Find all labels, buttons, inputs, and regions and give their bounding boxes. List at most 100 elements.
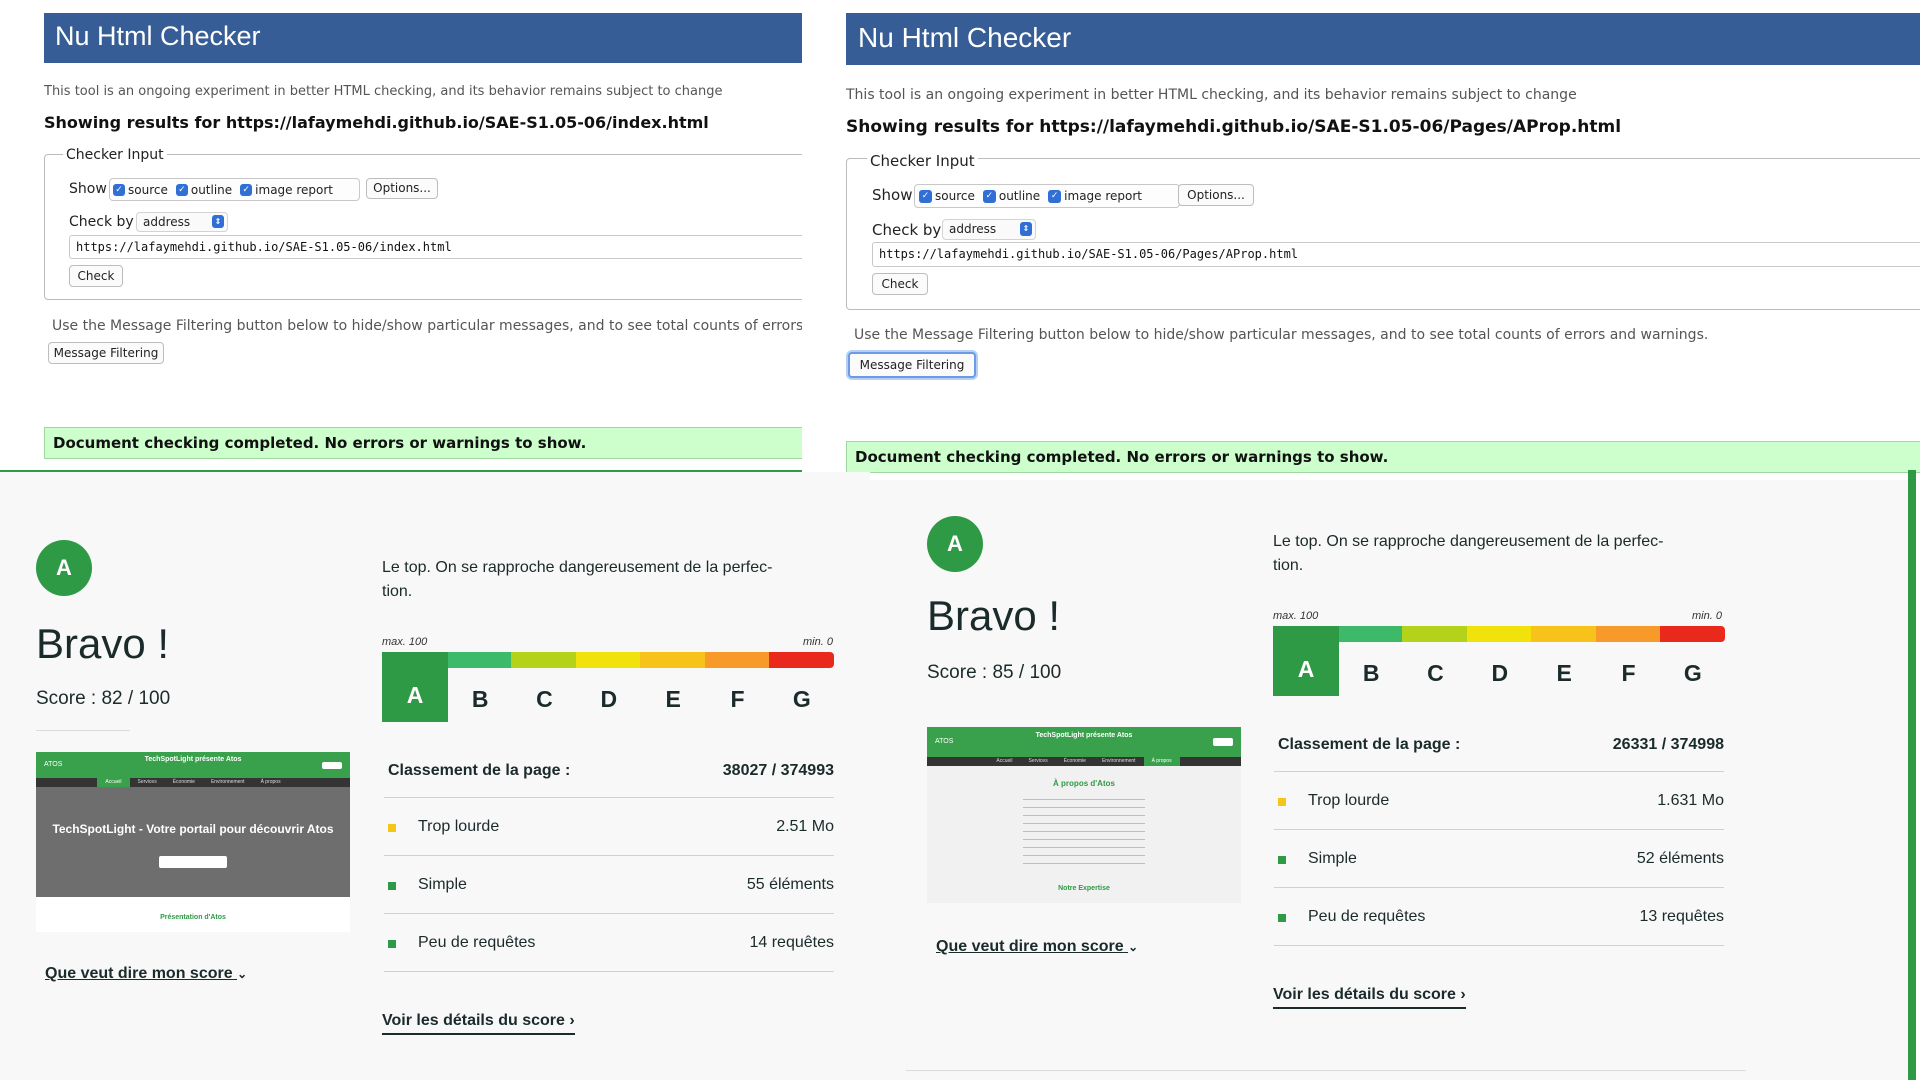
chevron-down-icon: ⌄	[1128, 940, 1139, 954]
thumb-section-title: Présentation d'Atos	[160, 914, 226, 921]
row-separator	[1274, 887, 1724, 888]
url-input[interactable]: https://lafaymehdi.github.io/SAE-S1.05-0…	[872, 242, 1920, 267]
row-separator	[1274, 771, 1724, 772]
status-dot	[1278, 798, 1286, 806]
scale-segment-b	[1337, 626, 1403, 642]
options-button[interactable]: Options...	[366, 178, 438, 199]
checkmark-icon: ✓	[1048, 189, 1062, 203]
rank-value: 26331 / 374998	[1612, 736, 1724, 753]
metric-label: Simple	[418, 876, 467, 893]
message-filter-text: Use the Message Filtering button below t…	[52, 318, 802, 334]
result-message: Document checking completed. No errors o…	[44, 427, 802, 459]
rank-label: Classement de la page :	[388, 762, 571, 779]
page-thumbnail[interactable]: ATOS TechSpotLight présente Atos Accueil…	[36, 752, 350, 932]
thumb-hero-button	[159, 856, 227, 868]
image-report-label: image report	[255, 182, 334, 197]
row-separator	[1274, 945, 1724, 946]
outline-label: outline	[190, 182, 233, 197]
checker-intro: This tool is an ongoing experiment in be…	[846, 87, 1577, 103]
check-by-select[interactable]: address ⇕	[942, 219, 1036, 240]
showing-results: Showing results for https://lafaymehdi.g…	[44, 113, 709, 132]
thumb-header-title: TechSpotLight présente Atos	[1035, 732, 1133, 739]
message-filtering-button[interactable]: Message Filtering	[848, 352, 976, 378]
current-grade-marker: A	[1273, 626, 1339, 696]
thumb-nav: Accueil Services Économie Environnement …	[927, 757, 1241, 766]
image-report-checkbox[interactable]: ✓ image report	[240, 183, 333, 197]
eco-panel-right: A Bravo ! Score : 85 / 100 ATOS TechSpot…	[870, 480, 1908, 1080]
thumb-nav-item: Services	[137, 779, 157, 785]
grade-letter: E	[1556, 660, 1572, 686]
scale-max-label: max. 100	[382, 636, 428, 648]
metric-value: 52 éléments	[1636, 850, 1724, 867]
grade-letter: C	[536, 686, 553, 712]
checkmark-icon: ✓	[919, 189, 932, 203]
metric-value: 14 requêtes	[749, 934, 834, 951]
status-dot	[1278, 914, 1286, 922]
outline-checkbox[interactable]: ✓ outline	[982, 189, 1041, 203]
url-input[interactable]: https://lafaymehdi.github.io/SAE-S1.05-0…	[69, 235, 802, 259]
checkmark-icon: ✓	[175, 183, 188, 196]
bravo-heading: Bravo !	[36, 620, 170, 667]
grade-letter: E	[665, 686, 681, 712]
thumb-nav-item: Environnement	[1101, 758, 1136, 764]
status-dot	[388, 882, 396, 890]
thumb-nav-item: Accueil	[97, 778, 130, 787]
grade-letter: G	[792, 686, 811, 712]
chevron-right-icon: ›	[1460, 986, 1466, 1003]
scale-min-label: min. 0	[1692, 610, 1722, 622]
fieldset-legend: Checker Input	[867, 152, 978, 170]
check-by-label: Check by	[69, 214, 134, 230]
grade-letters: B C D E F G	[448, 686, 834, 713]
score-text: Score : 82 / 100	[36, 688, 171, 709]
footer-separator	[906, 1070, 1746, 1071]
thumb-header-title: TechSpotLight présente Atos	[144, 756, 242, 763]
scale-segment-f	[1595, 626, 1661, 642]
check-by-select[interactable]: address ⇕	[136, 212, 228, 232]
page-thumbnail[interactable]: ATOS TechSpotLight présente Atos Accueil…	[927, 727, 1241, 903]
outline-checkbox[interactable]: ✓ outline	[175, 182, 233, 197]
outline-label: outline	[998, 189, 1041, 203]
thumb-nav-item: Économie	[1063, 758, 1086, 764]
metric-label: Peu de requêtes	[1308, 908, 1426, 925]
chevron-right-icon: ›	[569, 1012, 575, 1029]
score-details-link[interactable]: Voir les détails du score ›	[382, 1012, 575, 1035]
check-by-value: address	[949, 222, 997, 236]
image-report-checkbox[interactable]: ✓ image report	[1048, 189, 1142, 203]
thumb-section-title: Notre Expertise	[1058, 885, 1110, 892]
score-meaning-link[interactable]: Que veut dire mon score ⌄	[45, 965, 247, 983]
source-label: source	[935, 189, 975, 203]
select-arrow-icon: ⇕	[1020, 222, 1032, 236]
grade-letter: B	[1362, 660, 1380, 686]
select-arrow-icon: ⇕	[212, 215, 224, 228]
options-button[interactable]: Options...	[1178, 184, 1254, 206]
grade-scale-bar	[382, 652, 835, 668]
metric-label: Peu de requêtes	[418, 934, 536, 951]
message-filter-text: Use the Message Filtering button below t…	[854, 327, 1709, 343]
row-separator	[384, 797, 834, 798]
separator	[36, 730, 130, 731]
check-button[interactable]: Check	[872, 273, 928, 295]
score-details-label: Voir les détails du score	[382, 1012, 565, 1029]
row-separator	[384, 971, 834, 972]
row-separator	[1274, 829, 1724, 830]
thumb-page-title: À propos d'Atos	[1053, 779, 1115, 788]
thumb-hero-title: TechSpotLight - Votre portail pour décou…	[52, 822, 334, 836]
current-grade-marker: A	[382, 652, 448, 722]
rank-value: 38027 / 374993	[722, 762, 834, 779]
grade-letter: F	[1621, 660, 1636, 686]
grade-letter: D	[1491, 660, 1509, 686]
scale-segment-f	[704, 652, 770, 668]
check-button[interactable]: Check	[69, 265, 123, 287]
row-separator	[384, 855, 834, 856]
score-description: Le top. On se rapproche dangereusement d…	[382, 559, 773, 600]
showing-results: Showing results for https://lafaymehdi.g…	[846, 117, 1622, 137]
check-by-label: Check by	[872, 221, 942, 239]
source-checkbox[interactable]: ✓ source	[919, 189, 975, 203]
message-filtering-button[interactable]: Message Filtering	[48, 342, 164, 364]
score-details-link[interactable]: Voir les détails du score ›	[1273, 986, 1466, 1009]
scale-segment-e	[640, 652, 705, 668]
score-meaning-link[interactable]: Que veut dire mon score ⌄	[936, 938, 1138, 956]
grade-circle: A	[927, 516, 983, 572]
source-checkbox[interactable]: ✓ source	[113, 183, 168, 197]
checker-title: Nu Html Checker	[55, 21, 261, 51]
